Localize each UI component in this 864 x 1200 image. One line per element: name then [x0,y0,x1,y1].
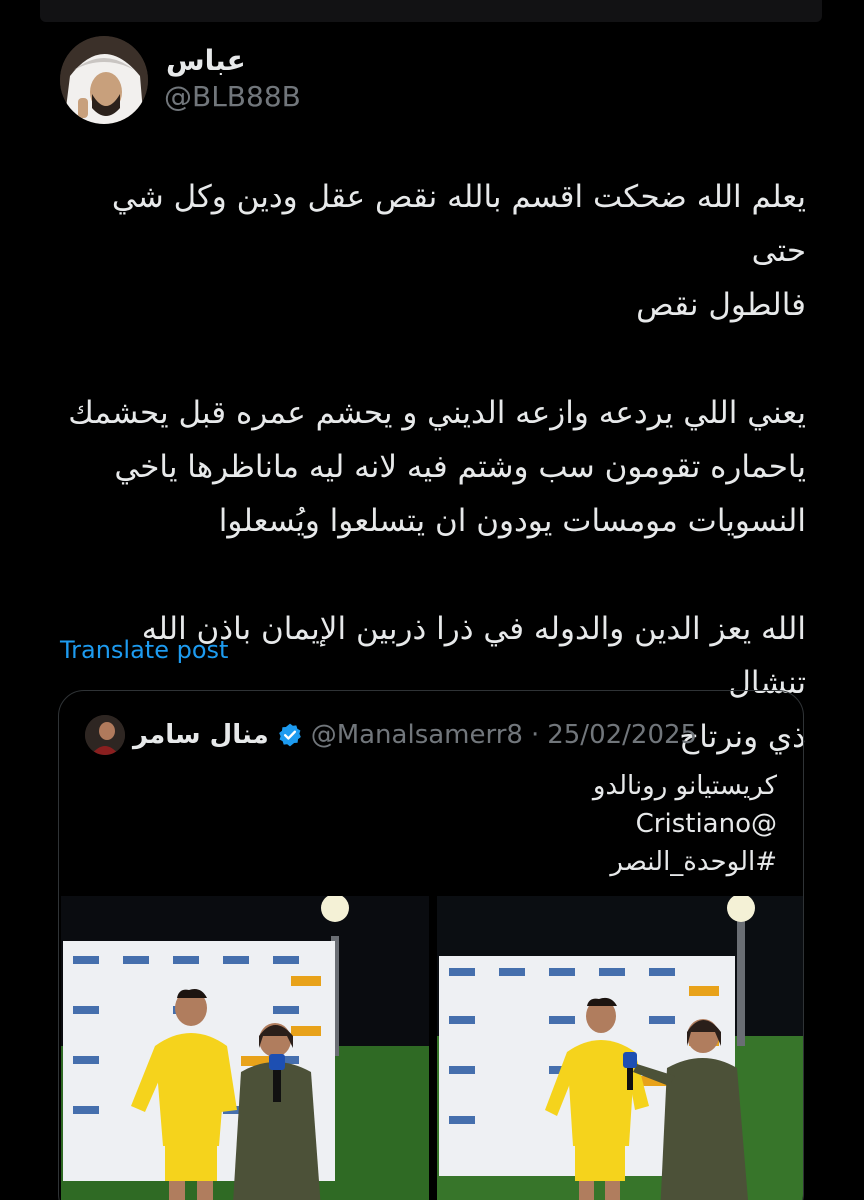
quoted-author-avatar[interactable] [85,715,125,755]
quoted-avatar-photo [85,715,125,755]
quoted-author-name[interactable]: منال سامر [133,720,269,750]
avatar-photo [60,36,148,124]
tweet-line: يعني اللي يردعه وازعه الديني و يحشم عمره… [68,395,806,431]
quoted-line: كريستيانو رونالدو [592,771,777,801]
quoted-post-text: كريستيانو رونالدو @Cristiano #الوحدة_الن… [97,767,777,881]
tweet-text: يعلم الله ضحكت اقسم بالله نقص عقل ودين و… [56,170,806,764]
top-strip [40,0,822,22]
media-photo-2[interactable] [437,896,803,1200]
tweet-line: يعلم الله ضحكت اقسم بالله نقص عقل ودين و… [111,179,806,269]
author-avatar[interactable] [60,36,148,124]
quoted-author-handle[interactable]: @Manalsamerr8 [311,720,523,750]
photo-interview-1-image [61,896,429,1200]
photo-interview-2-image [437,896,803,1200]
translate-post-link[interactable]: Translate post [60,636,228,664]
verified-badge-icon [278,723,301,747]
tweet-line: ياحماره تقومون سب وشتم فيه لانه ليه مانا… [114,449,806,485]
author-name[interactable]: عباس [166,44,246,77]
quoted-post-header: منال سامر @Manalsamerr8 · 25/02/2025 [85,713,697,757]
tweet-line: النسويات مومسات يودون ان يتسلعوا ويُسعلو… [218,503,806,539]
quoted-hashtag-link[interactable]: #الوحدة_النصر [97,843,777,881]
quoted-post-date[interactable]: 25/02/2025 [547,720,697,750]
tweet-line: فالطول نقص [636,287,806,323]
media-photo-1[interactable] [61,896,429,1200]
quoted-post[interactable]: منال سامر @Manalsamerr8 · 25/02/2025 كري… [58,690,804,1200]
quoted-mention-link[interactable]: @Cristiano [97,805,777,843]
author-handle[interactable]: @BLB88B [164,80,301,113]
meta-separator: · [530,720,540,750]
